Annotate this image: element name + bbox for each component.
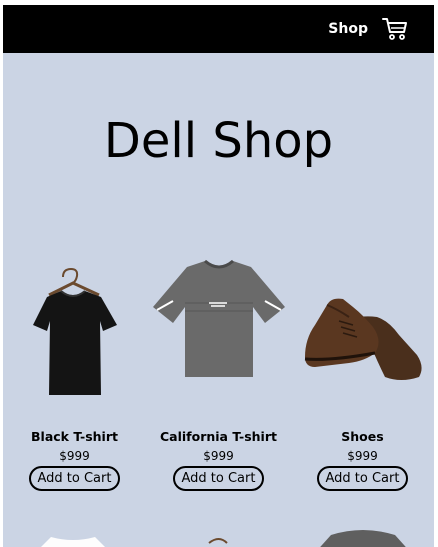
add-to-cart-button[interactable]: Add to Cart bbox=[172, 466, 265, 491]
page-title: Dell Shop bbox=[103, 113, 334, 169]
product-price: $999 bbox=[203, 449, 234, 463]
product-card: Shoes $999 Add to Cart bbox=[291, 255, 434, 491]
nav-shop-link[interactable]: Shop bbox=[328, 21, 368, 37]
product-price: $999 bbox=[347, 449, 378, 463]
product-card: California T-shirt $999 Add to Cart bbox=[147, 255, 290, 491]
navbar: Shop bbox=[3, 5, 434, 53]
product-name: California T-shirt bbox=[160, 429, 277, 444]
shoes-image bbox=[304, 298, 422, 380]
add-to-cart-button[interactable]: Add to Cart bbox=[316, 466, 409, 491]
white-tshirt-image bbox=[41, 537, 105, 547]
product-price: $999 bbox=[59, 449, 90, 463]
add-to-cart-button[interactable]: Add to Cart bbox=[28, 466, 121, 491]
cart-icon[interactable] bbox=[382, 17, 408, 41]
black-tshirt-image bbox=[33, 267, 117, 395]
product-name: Black T-shirt bbox=[31, 429, 118, 444]
product-name: Shoes bbox=[341, 429, 384, 444]
california-tshirt-image bbox=[153, 259, 285, 377]
gray-tshirt-image bbox=[320, 530, 406, 547]
page-frame: Shop Dell Shop Black T-shirt $999 Add to… bbox=[3, 5, 434, 547]
hanger-shirt-image bbox=[208, 538, 228, 544]
product-card: Black T-shirt $999 Add to Cart bbox=[3, 255, 146, 491]
